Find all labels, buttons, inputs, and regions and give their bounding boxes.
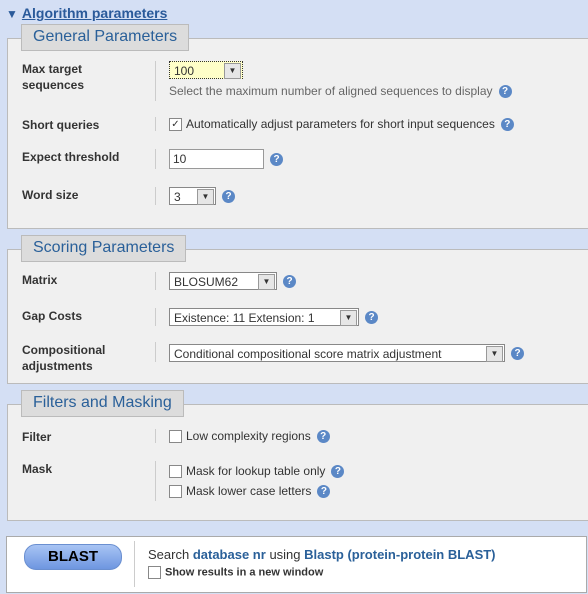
general-parameters-tab: General Parameters (21, 24, 190, 51)
help-icon[interactable]: ? (500, 118, 514, 132)
word-size-select[interactable]: 3 ▼ (169, 187, 216, 205)
expect-threshold-input[interactable]: 10 (169, 149, 264, 169)
chevron-down-icon: ▼ (258, 274, 275, 290)
general-parameters-panel: Max target sequences 100 ▼ Select the max… (7, 38, 588, 229)
chevron-down-icon: ▼ (486, 346, 503, 362)
help-icon[interactable]: ? (222, 189, 235, 203)
word-size-label: Word size (22, 188, 79, 202)
program-link[interactable]: Blastp (protein-protein BLAST) (304, 547, 495, 562)
filter-label: Filter (22, 430, 52, 444)
using-text: using (269, 547, 301, 562)
algorithm-parameters-link[interactable]: Algorithm parameters (22, 5, 167, 21)
search-text: Search (148, 547, 190, 562)
max-target-label: Max target sequences (22, 62, 85, 92)
mask-lookup-text: Mask for lookup table only (186, 464, 326, 478)
mask-label: Mask (22, 462, 53, 476)
mask-lowercase-checkbox[interactable] (169, 485, 182, 499)
help-icon[interactable]: ? (317, 485, 331, 499)
short-queries-label: Short queries (22, 118, 100, 132)
matrix-select[interactable]: BLOSUM62 ▼ (169, 272, 277, 290)
short-queries-checkbox[interactable]: ✓ (169, 118, 182, 132)
blast-submit-box: BLAST Search database nr using Blastp (p… (6, 536, 587, 593)
chevron-down-icon: ▼ (197, 189, 214, 205)
chevron-down-icon: ▼ (224, 63, 241, 79)
low-complexity-checkbox[interactable] (169, 430, 182, 444)
gap-costs-label: Gap Costs (22, 309, 83, 323)
filters-masking-tab: Filters and Masking (21, 390, 184, 417)
matrix-label: Matrix (22, 273, 58, 287)
max-target-select[interactable]: 100 ▼ (169, 61, 243, 79)
new-window-checkbox[interactable] (148, 566, 161, 579)
short-queries-text: Automatically adjust parameters for shor… (186, 117, 495, 131)
low-complexity-text: Low complexity regions (186, 429, 311, 443)
chevron-down-icon: ▼ (340, 310, 357, 326)
database-link[interactable]: database nr (193, 547, 266, 562)
scoring-parameters-tab: Scoring Parameters (21, 235, 187, 262)
scoring-parameters-panel: Matrix BLOSUM62 ▼? Gap Costs Existence: 1… (7, 249, 588, 384)
filters-masking-panel: Filter Low complexity regions? Mask Mask… (7, 404, 588, 521)
gap-costs-select[interactable]: Existence: 11 Extension: 1 ▼ (169, 308, 359, 326)
collapse-triangle-icon: ▼ (6, 7, 18, 21)
new-window-text: Show results in a new window (165, 566, 324, 579)
help-icon[interactable]: ? (283, 274, 296, 288)
help-icon[interactable]: ? (365, 310, 378, 324)
algorithm-parameters-toggle[interactable]: ▼ Algorithm parameters (6, 5, 167, 21)
help-icon[interactable]: ? (331, 465, 345, 479)
help-icon[interactable]: ? (316, 430, 330, 444)
mask-lowercase-text: Mask lower case letters (186, 484, 312, 498)
mask-lookup-checkbox[interactable] (169, 465, 182, 479)
compositional-adjustments-label: Compositional adjustments (22, 343, 106, 373)
blast-button[interactable]: BLAST (24, 544, 122, 570)
max-target-hint: Select the maximum number of aligned seq… (169, 84, 493, 98)
help-icon[interactable]: ? (270, 152, 283, 166)
expect-threshold-label: Expect threshold (22, 150, 120, 164)
compositional-adjustments-select[interactable]: Conditional compositional score matrix a… (169, 344, 505, 362)
help-icon[interactable]: ? (511, 346, 524, 360)
help-icon[interactable]: ? (498, 85, 512, 99)
